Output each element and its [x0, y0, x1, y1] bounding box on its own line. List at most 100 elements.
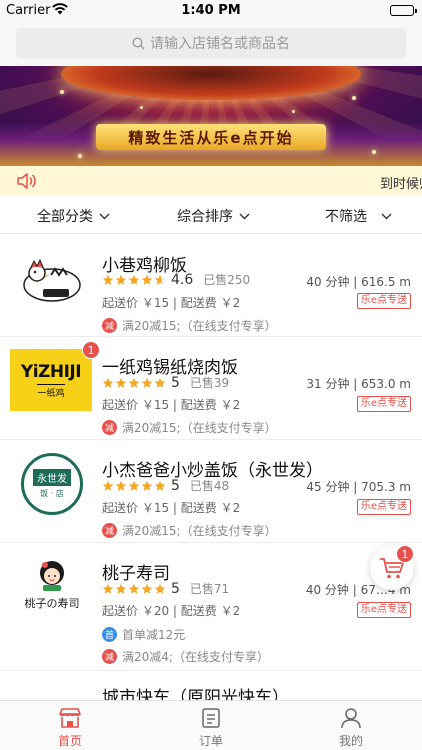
promo-banner[interactable]: 精致生活从乐e点开始 — [0, 66, 422, 166]
rating-stars: 5 已售48 — [102, 477, 229, 494]
delivery-tag: 乐e点专送 — [356, 602, 411, 618]
rating-stars: 5 已售39 — [102, 374, 229, 391]
star-icon — [141, 377, 153, 388]
shop-sold: 已售71 — [189, 582, 230, 596]
chevron-down-icon — [381, 213, 392, 219]
promo-row: 首 首单减12元 — [102, 626, 185, 643]
promo-text: 满20减15;（在线支付专享） — [122, 524, 277, 538]
tab-orders[interactable]: 订单 — [171, 707, 251, 749]
shop-icon — [59, 708, 81, 728]
shop-item[interactable]: YiZHIJI 一纸鸡 1 一纸鸡锡纸烧肉饭 5 已售39 31 分钟 | 65… — [0, 337, 422, 440]
notice-bar[interactable]: 到时候帅 — [0, 166, 422, 196]
shop-logo: YiZHIJI 一纸鸡 — [10, 349, 92, 411]
logo-text: 永世发 — [33, 469, 71, 486]
rating-stars: 5 已售71 — [102, 580, 229, 597]
logo-text: YiZHIJI — [20, 361, 82, 382]
shop-rating: 5 — [171, 477, 180, 494]
star-icon — [154, 377, 166, 388]
speaker-icon — [16, 172, 38, 194]
filter-dropdown[interactable]: 不筛选 — [325, 206, 392, 226]
shop-logo: 永世发 饭 · 店 — [12, 452, 92, 516]
star-icon — [102, 480, 114, 491]
chevron-down-icon — [99, 213, 110, 219]
delivery-tag: 乐e点专送 — [356, 396, 411, 412]
tab-mine[interactable]: 我的 — [311, 707, 391, 749]
shop-rating: 4.6 — [171, 271, 194, 288]
star-icon — [128, 377, 140, 388]
logo-text: 桃子の寿司 — [24, 597, 80, 610]
shop-item[interactable]: 小巷鸡柳饭 4.6 已售250 40 分钟 | 616.5 m 起送价 ￥15 … — [0, 235, 422, 337]
banner-slogan: 精致生活从乐e点开始 — [128, 129, 294, 147]
shop-sold: 已售48 — [189, 479, 230, 493]
tab-mine-label: 我的 — [338, 734, 363, 748]
logo-subtext: 饭 · 店 — [40, 489, 64, 498]
discount-badge: 减 — [102, 523, 117, 538]
delivery-tag: 乐e点专送 — [356, 293, 411, 309]
star-icon — [115, 377, 127, 388]
sort-label: 综合排序 — [177, 209, 233, 225]
search-icon — [132, 36, 145, 49]
filter-bar: 全部分类 综合排序 不筛选 — [0, 196, 422, 234]
star-icon — [128, 274, 140, 285]
shop-logo: 桃子の寿司 — [12, 553, 92, 617]
star-icon — [102, 377, 114, 388]
star-icon — [128, 480, 140, 491]
delivery-tag: 乐e点专送 — [356, 499, 411, 515]
promo-row: 减 满20减15;（在线支付专享） — [102, 522, 277, 539]
sushi-girl-icon — [40, 561, 64, 591]
shop-distance: 45 分钟 | 705.3 m — [306, 480, 411, 494]
star-icon — [128, 583, 140, 594]
shop-logo — [12, 249, 92, 313]
search-bar: 请输入店铺名或商品名 — [0, 22, 422, 66]
shop-item[interactable]: 桃子の寿司 桃子寿司 5 已售71 40 分钟 | 67…4 m 起送价 ￥20… — [0, 543, 422, 671]
promo-row: 减 满20减4;（在线支付专享） — [102, 648, 269, 665]
order-list-icon — [202, 708, 220, 728]
shop-fee: 起送价 ￥15 | 配送费 ￥2 — [102, 501, 241, 515]
star-icon — [102, 274, 114, 285]
shop-rating: 5 — [171, 374, 180, 391]
search-input[interactable]: 请输入店铺名或商品名 — [16, 28, 406, 58]
shop-fee: 起送价 ￥15 | 配送费 ￥2 — [102, 398, 241, 412]
cart-count-badge: 1 — [82, 341, 100, 359]
battery-icon — [390, 5, 417, 16]
star-icon — [115, 274, 127, 285]
promo-row: 减 满20减15;（在线支付专享） — [102, 419, 277, 436]
sort-dropdown[interactable]: 综合排序 — [177, 206, 250, 226]
shop-fee: 起送价 ￥15 | 配送费 ￥2 — [102, 296, 241, 310]
star-icon — [141, 583, 153, 594]
star-icon — [154, 480, 166, 491]
cart-count-badge: 1 — [396, 545, 414, 563]
shop-sold: 已售39 — [189, 376, 230, 390]
star-half-icon — [154, 274, 166, 285]
shop-item[interactable]: 永世发 饭 · 店 小杰爸爸小炒盖饭（永世发） 5 已售48 45 分钟 | 7… — [0, 440, 422, 543]
promo-text: 满20减4;（在线支付专享） — [122, 650, 269, 664]
tab-bar: 首页 订单 我的 — [0, 700, 422, 750]
search-placeholder: 请输入店铺名或商品名 — [150, 36, 290, 52]
star-icon — [115, 583, 127, 594]
star-icon — [141, 274, 153, 285]
shop-item[interactable]: 城市快车（原阳光快车） — [0, 671, 422, 708]
rating-stars: 4.6 已售250 — [102, 271, 250, 288]
star-icon — [102, 583, 114, 594]
shop-rating: 5 — [171, 580, 180, 597]
discount-badge: 减 — [102, 420, 117, 435]
promo-row: 减 满20减15;（在线支付专享） — [102, 317, 277, 334]
star-icon — [154, 583, 166, 594]
discount-badge: 减 — [102, 318, 117, 333]
promo-text: 满20减15;（在线支付专享） — [122, 319, 277, 333]
promo-text: 首单减12元 — [122, 628, 186, 642]
tab-orders-label: 订单 — [198, 734, 223, 748]
star-icon — [141, 480, 153, 491]
star-icon — [115, 480, 127, 491]
first-order-badge: 首 — [102, 627, 117, 642]
promo-text: 满20减15;（在线支付专享） — [122, 421, 277, 435]
chevron-down-icon — [239, 213, 250, 219]
discount-badge: 减 — [102, 649, 117, 664]
clock: 1:40 PM — [181, 3, 241, 18]
notice-text: 到时候帅 — [380, 177, 422, 192]
tab-home-label: 首页 — [57, 734, 82, 748]
category-dropdown[interactable]: 全部分类 — [37, 206, 110, 226]
tab-home[interactable]: 首页 — [30, 707, 110, 749]
filter-label: 不筛选 — [325, 209, 367, 225]
shop-distance: 31 分钟 | 653.0 m — [306, 377, 411, 391]
